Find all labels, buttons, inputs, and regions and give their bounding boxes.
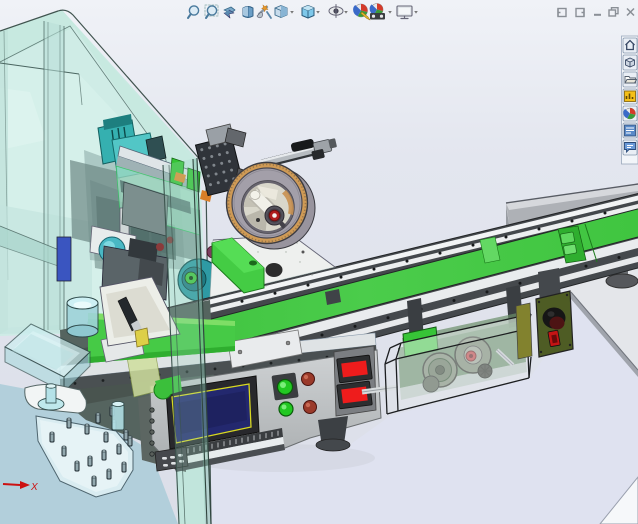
svg-text:X: X <box>30 482 38 493</box>
